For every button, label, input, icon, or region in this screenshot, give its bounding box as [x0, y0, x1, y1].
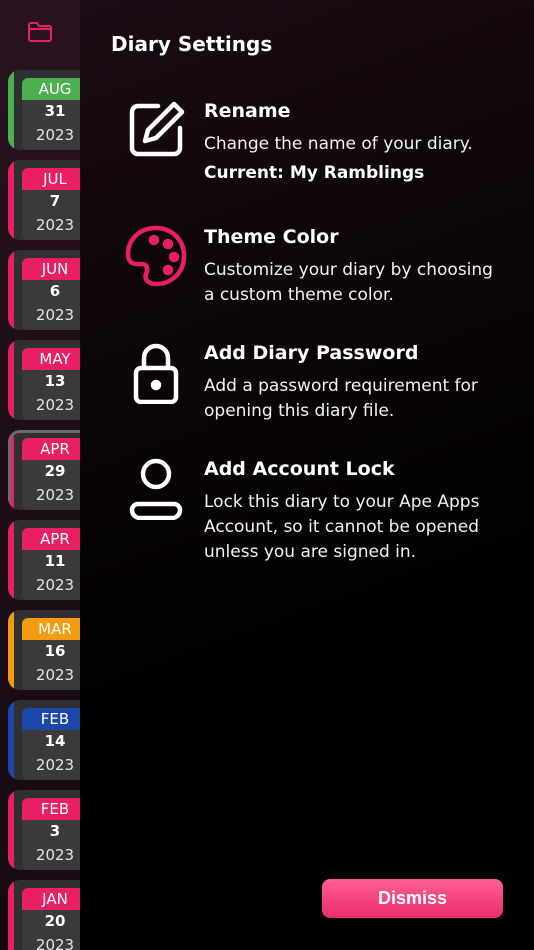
page-title: Diary Settings [111, 32, 273, 56]
diary-sidebar: AUG 31 2023 JUL 7 2023 JUN 6 2023 MAY 13… [0, 0, 80, 950]
option-heading: Add Diary Password [204, 342, 419, 364]
dismiss-button[interactable]: Dismiss [322, 879, 503, 918]
entry-date-card: MAR 16 2023 [22, 618, 80, 690]
person-icon [124, 456, 188, 521]
entry-date-card: FEB 14 2023 [22, 708, 80, 780]
entry-day: 29 [44, 462, 66, 480]
account-lock-option[interactable]: Add Account Lock Lock this diary to your… [124, 456, 524, 566]
diary-entry[interactable]: APR 11 2023 [8, 520, 80, 600]
entry-date-card: APR 11 2023 [22, 528, 80, 600]
entry-color-stripe [8, 430, 14, 510]
entry-color-stripe [8, 520, 14, 600]
folder-icon [28, 22, 52, 42]
entry-month: JUN [22, 258, 80, 280]
diary-entry[interactable]: MAY 13 2023 [8, 340, 80, 420]
entry-date-card: APR 29 2023 [22, 438, 80, 510]
entry-color-stripe [8, 880, 14, 950]
option-description: Lock this diary to your Ape Apps Account… [204, 492, 480, 562]
entry-year: 2023 [35, 126, 75, 144]
option-description: Customize your diary by choosing a custo… [204, 260, 493, 305]
entry-year: 2023 [35, 936, 75, 950]
entry-color-stripe [8, 160, 14, 240]
option-heading: Theme Color [204, 226, 339, 248]
option-heading: Add Account Lock [204, 458, 395, 480]
entry-month: AUG [22, 78, 80, 100]
entry-year: 2023 [35, 666, 75, 684]
theme-color-option[interactable]: Theme Color Customize your diary by choo… [124, 224, 524, 314]
diary-entry[interactable]: JUL 7 2023 [8, 160, 80, 240]
entry-year: 2023 [35, 396, 75, 414]
option-description: Change the name of your diary. [204, 134, 473, 154]
entry-month: FEB [22, 798, 80, 820]
entry-color-stripe [8, 790, 14, 870]
entry-month: JAN [22, 888, 80, 910]
current-name: Current: My Ramblings [204, 163, 425, 183]
diary-entry[interactable]: APR 29 2023 [8, 430, 80, 510]
entry-date-card: JUL 7 2023 [22, 168, 80, 240]
entry-color-stripe [8, 250, 14, 330]
entry-date-card: JAN 20 2023 [22, 888, 80, 950]
entry-day: 3 [49, 822, 61, 840]
folder-button[interactable] [26, 18, 54, 46]
diary-entry[interactable]: JUN 6 2023 [8, 250, 80, 330]
entry-day: 13 [44, 372, 66, 390]
entry-color-stripe [8, 700, 14, 780]
entry-color-stripe [8, 70, 14, 150]
entry-year: 2023 [35, 486, 75, 504]
rename-option[interactable]: Rename Change the name of your diary. Cu… [124, 98, 524, 188]
entry-year: 2023 [35, 216, 75, 234]
lock-icon [124, 340, 188, 405]
entry-color-stripe [8, 340, 14, 420]
entry-date-card: AUG 31 2023 [22, 78, 80, 150]
entry-month: APR [22, 528, 80, 550]
diary-entry[interactable]: MAR 16 2023 [8, 610, 80, 690]
entry-month: APR [22, 438, 80, 460]
entry-month: FEB [22, 708, 80, 730]
entry-day: 11 [44, 552, 66, 570]
option-description: Add a password requirement for opening t… [204, 376, 478, 421]
entry-date-card: JUN 6 2023 [22, 258, 80, 330]
entry-day: 31 [44, 102, 66, 120]
settings-panel: Diary Settings Rename Change the name of… [80, 0, 534, 950]
entry-year: 2023 [35, 846, 75, 864]
diary-entry[interactable]: AUG 31 2023 [8, 70, 80, 150]
entry-day: 16 [44, 642, 66, 660]
option-heading: Rename [204, 100, 291, 122]
entry-color-stripe [8, 610, 14, 690]
diary-entry[interactable]: JAN 20 2023 [8, 880, 80, 950]
entry-month: MAR [22, 618, 80, 640]
diary-entry[interactable]: FEB 14 2023 [8, 700, 80, 780]
add-password-option[interactable]: Add Diary Password Add a password requir… [124, 340, 524, 430]
entry-month: MAY [22, 348, 80, 370]
entry-day: 20 [44, 912, 66, 930]
entry-year: 2023 [35, 306, 75, 324]
entry-year: 2023 [35, 756, 75, 774]
entry-date-card: FEB 3 2023 [22, 798, 80, 870]
entry-day: 7 [49, 192, 61, 210]
entry-day: 6 [49, 282, 61, 300]
entry-year: 2023 [35, 576, 75, 594]
palette-icon [124, 224, 188, 288]
diary-entry[interactable]: FEB 3 2023 [8, 790, 80, 870]
entry-day: 14 [44, 732, 66, 750]
entry-date-card: MAY 13 2023 [22, 348, 80, 420]
entry-month: JUL [22, 168, 80, 190]
edit-icon [124, 98, 188, 162]
